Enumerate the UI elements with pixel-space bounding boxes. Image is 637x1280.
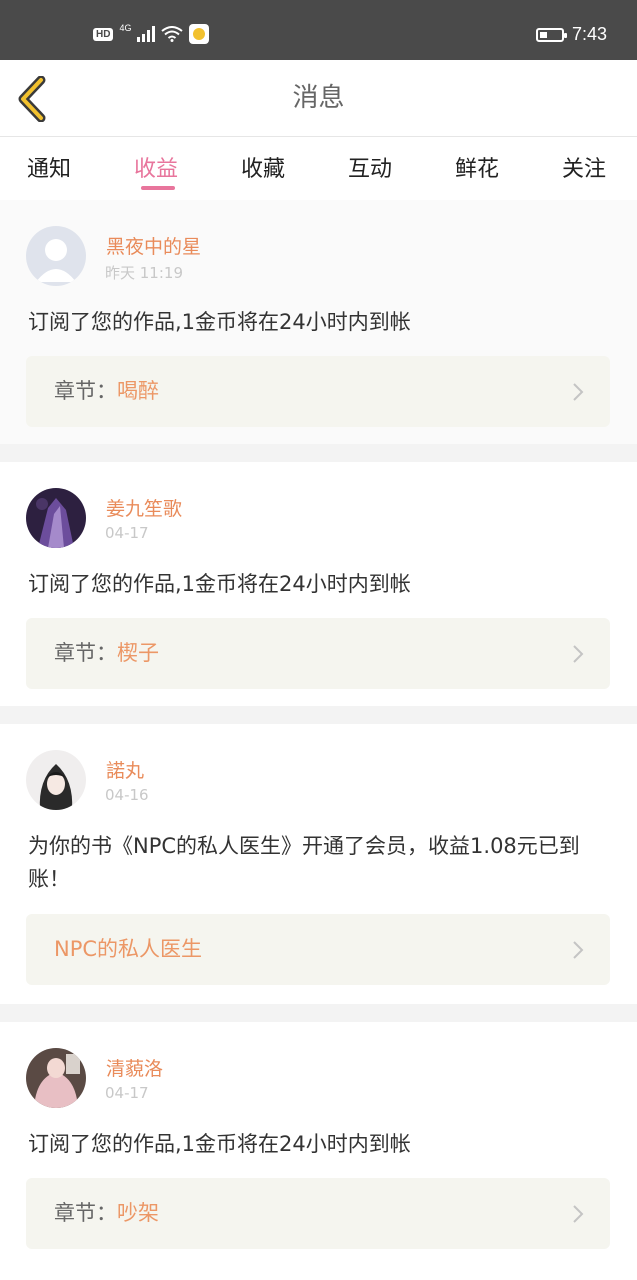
network-type: 4G — [119, 23, 132, 33]
avatar[interactable] — [26, 488, 86, 548]
chapter-link[interactable]: 章节：吵架 — [26, 1178, 610, 1249]
chevron-right-icon — [573, 645, 584, 663]
tab-flowers[interactable]: 鲜花 — [455, 151, 499, 183]
chevron-right-icon — [573, 1205, 584, 1223]
chapter-link[interactable]: 章节：楔子 — [26, 618, 610, 689]
message-text: 为你的书《NPC的私人医生》开通了会员，收益1.08元已到账！ — [28, 834, 580, 891]
page-title: 消息 — [292, 83, 345, 113]
status-bar: HD 4G 7:43 — [0, 0, 637, 60]
tab-favorites[interactable]: 收藏 — [241, 151, 285, 183]
chapter-label: 章节： — [54, 1201, 117, 1225]
tab-earnings[interactable]: 收益 — [134, 151, 178, 183]
avatar[interactable] — [26, 226, 86, 286]
username[interactable]: 黑夜中的星 — [106, 232, 201, 259]
tab-interactions[interactable]: 互动 — [348, 151, 392, 183]
message-text: 订阅了您的作品,1金币将在24小时内到帐 — [28, 572, 411, 596]
chevron-right-icon — [573, 383, 584, 401]
message-card[interactable]: 姜九笙歌 04-17 订阅了您的作品,1金币将在24小时内到帐 章节：楔子 — [0, 462, 637, 706]
signal-icon — [137, 26, 156, 42]
avatar[interactable] — [26, 1048, 86, 1108]
chapter-text: 章节：喝醉 — [54, 356, 159, 427]
chapter-text: 章节：楔子 — [54, 618, 159, 689]
app-notification-icon — [189, 24, 210, 44]
clock: 7:43 — [571, 24, 607, 44]
message-card[interactable]: 黑夜中的星 昨天 11:19 订阅了您的作品,1金币将在24小时内到帐 章节：喝… — [0, 200, 637, 444]
chapter-link[interactable]: 章节：喝醉 — [26, 356, 610, 427]
chapter-text: 章节：吵架 — [54, 1178, 159, 1249]
chevron-right-icon — [573, 941, 584, 959]
message-text: 订阅了您的作品,1金币将在24小时内到帐 — [28, 310, 411, 334]
timestamp: 04-17 — [105, 524, 149, 542]
nav-bar: 消息 — [0, 60, 637, 137]
chapter-value: 楔子 — [117, 641, 159, 665]
tab-notifications[interactable]: 通知 — [27, 151, 71, 183]
book-title: NPC的私人医生 — [54, 937, 203, 961]
wifi-icon — [161, 26, 184, 42]
chapter-value: 吵架 — [117, 1201, 159, 1225]
message-card[interactable]: 諾丸 04-16 为你的书《NPC的私人医生》开通了会员，收益1.08元已到账！… — [0, 724, 637, 1004]
chapter-label: 章节： — [54, 379, 117, 403]
chapter-value: 喝醉 — [117, 379, 159, 403]
battery-icon — [535, 27, 567, 42]
username[interactable]: 姜九笙歌 — [106, 494, 182, 521]
status-left: HD 4G — [93, 23, 210, 44]
message-text: 订阅了您的作品,1金币将在24小时内到帐 — [28, 1132, 411, 1156]
active-tab-indicator — [141, 186, 175, 190]
status-right: 7:43 — [535, 24, 607, 45]
avatar[interactable] — [26, 750, 86, 810]
chapter-label: 章节： — [54, 641, 117, 665]
book-link[interactable]: NPC的私人医生 — [26, 914, 610, 985]
tab-bar: 通知 收益 收藏 互动 鲜花 关注 — [0, 137, 637, 200]
tab-follows[interactable]: 关注 — [562, 151, 606, 183]
hd-badge: HD — [93, 27, 114, 41]
chapter-text: NPC的私人医生 — [54, 914, 202, 985]
timestamp: 04-17 — [105, 1084, 149, 1102]
timestamp: 04-16 — [105, 786, 149, 804]
message-card[interactable]: 清藐洛 04-17 订阅了您的作品,1金币将在24小时内到帐 章节：吵架 — [0, 1022, 637, 1280]
username[interactable]: 諾丸 — [106, 756, 144, 783]
username[interactable]: 清藐洛 — [106, 1054, 163, 1081]
timestamp: 昨天 11:19 — [105, 264, 183, 282]
